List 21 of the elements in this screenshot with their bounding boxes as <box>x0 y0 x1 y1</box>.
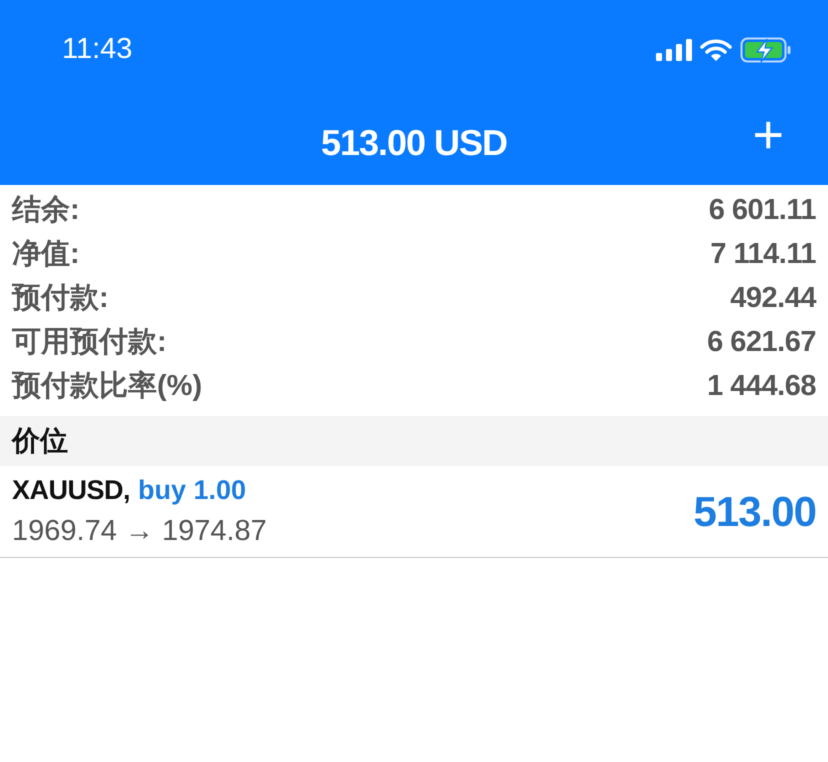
summary-label: 可用预付款: <box>12 325 167 360</box>
add-button[interactable]: + <box>748 108 788 162</box>
signal-icon <box>656 39 692 61</box>
position-symbol: XAUUSD, <box>12 474 130 506</box>
section-title: 价位 <box>12 424 68 458</box>
summary-label: 预付款比率(%) <box>12 368 202 404</box>
battery-charging-icon <box>740 37 792 63</box>
summary-value: 6 621.67 <box>707 325 816 360</box>
summary-label: 预付款: <box>12 281 109 316</box>
position-order: buy 1.00 <box>138 474 246 507</box>
header-title: 513.00 USD <box>320 120 508 164</box>
position-prices: 1969.74 → 1974.87 <box>12 514 267 549</box>
summary-label: 结余: <box>12 193 80 228</box>
position-profit: 513.00 <box>694 487 816 537</box>
status-time: 11:43 <box>62 32 132 68</box>
summary-value: 7 114.11 <box>710 237 816 272</box>
summary-value: 492.44 <box>730 281 816 316</box>
summary-value: 1 444.68 <box>707 369 816 404</box>
wifi-icon <box>700 38 732 62</box>
summary-value: 6 601.11 <box>708 193 816 228</box>
summary-label: 净值: <box>12 237 80 272</box>
